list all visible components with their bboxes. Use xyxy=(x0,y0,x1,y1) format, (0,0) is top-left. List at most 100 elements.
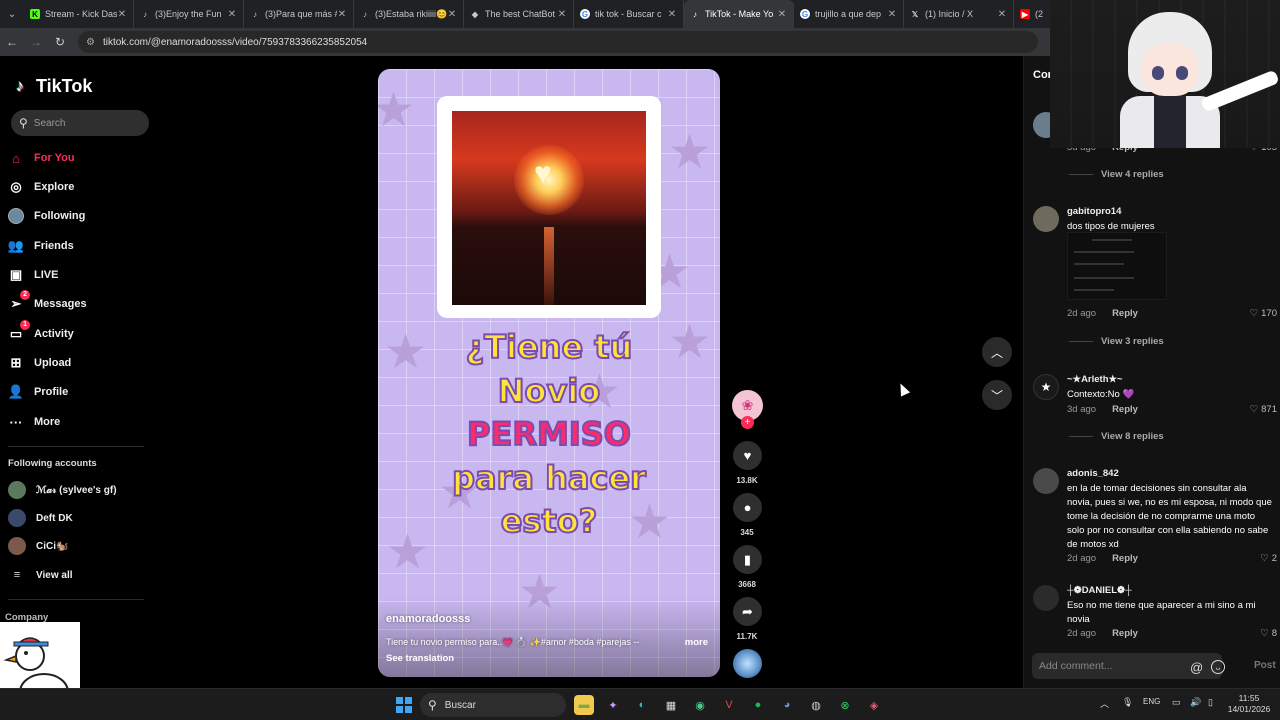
search-input[interactable]: ⚲ Search xyxy=(11,110,149,136)
nav-activity[interactable]: ▭ 1 Activity xyxy=(8,320,148,346)
avatar[interactable] xyxy=(1033,585,1059,611)
chrome-icon[interactable]: ◉ xyxy=(690,695,710,715)
browser-tab[interactable]: ◆ The best ChatBot ✕ xyxy=(464,0,574,28)
share-button[interactable]: ➦ xyxy=(733,597,762,626)
close-tab-icon[interactable]: ✕ xyxy=(777,9,787,20)
edge-icon[interactable]: ◐ xyxy=(632,695,652,715)
following-account[interactable]: ℳ𝒶𝓇 (sylvee's gf) xyxy=(8,480,117,500)
discord-icon[interactable]: ◕ xyxy=(777,695,797,715)
video-player[interactable]: ★ ★ ★ ★ ★ ★ ★ ★ ★ ★ ♥ ¿Tiene tú Novio PE… xyxy=(378,69,720,677)
app-icon[interactable]: ◈ xyxy=(864,695,884,715)
thumb-line xyxy=(1074,251,1134,253)
tiktok-logo[interactable]: ♪ TikTok xyxy=(16,76,92,97)
comment-like-button[interactable]: ♡ 170 xyxy=(1250,308,1277,319)
nav-profile[interactable]: 👤 Profile xyxy=(8,380,148,404)
close-tab-icon[interactable]: ✕ xyxy=(227,9,237,20)
language-indicator[interactable]: ENG xyxy=(1143,697,1160,706)
emoji-icon[interactable]: ᴗ xyxy=(1211,660,1225,674)
comment-username[interactable]: ┼❁DANIEL❁┼ xyxy=(1067,585,1132,596)
comment-username[interactable]: adonis_842 xyxy=(1067,468,1119,479)
network-icon[interactable]: ▭ xyxy=(1172,697,1181,708)
valorant-icon[interactable]: V xyxy=(719,695,739,715)
browser-tab[interactable]: G trujillo a que dep ✕ xyxy=(794,0,904,28)
close-tab-icon[interactable]: ✕ xyxy=(667,9,677,20)
xbox-icon[interactable]: ⊗ xyxy=(835,695,855,715)
close-tab-icon[interactable]: ✕ xyxy=(447,9,457,20)
avatar[interactable] xyxy=(1033,206,1059,232)
view-replies-button[interactable]: View 3 replies xyxy=(1069,336,1164,347)
follow-button[interactable]: + xyxy=(741,416,754,429)
store-icon[interactable]: ▦ xyxy=(661,695,681,715)
post-button[interactable]: Post xyxy=(1254,660,1276,671)
video-author[interactable]: enamoradoosss xyxy=(386,613,470,625)
save-button[interactable]: ▮ xyxy=(733,545,762,574)
reply-button[interactable]: Reply xyxy=(1112,404,1138,415)
video-caption-line: Novio xyxy=(497,372,602,410)
browser-tab[interactable]: K Stream - Kick Das ✕ xyxy=(24,0,134,28)
browser-tab[interactable]: G tik tok - Buscar c ✕ xyxy=(574,0,684,28)
nav-following[interactable]: Following xyxy=(8,204,148,228)
file-explorer-icon[interactable]: ▬ xyxy=(574,695,594,715)
browser-tab[interactable]: 𝕏 (1) Inicio / X ✕ xyxy=(904,0,1014,28)
nav-friends[interactable]: 👥 Friends xyxy=(8,234,148,258)
nav-more[interactable]: ··· More xyxy=(8,410,148,434)
view-all-link[interactable]: ≡ View all xyxy=(8,565,73,585)
comment-image[interactable] xyxy=(1067,232,1167,300)
following-account[interactable]: Deft DK xyxy=(8,508,73,528)
reload-icon[interactable]: ↻ xyxy=(48,35,72,49)
nav-live[interactable]: ▣ LIVE xyxy=(8,263,148,287)
browser-tab[interactable]: ♪ (3)Estaba rikiiiii😊 ✕ xyxy=(354,0,464,28)
nav-for-you[interactable]: ⌂ For You xyxy=(8,146,148,170)
see-translation-link[interactable]: See translation xyxy=(386,653,454,664)
nav-explore[interactable]: ◎ Explore xyxy=(8,175,148,199)
close-tab-icon[interactable]: ✕ xyxy=(117,9,127,20)
reply-button[interactable]: Reply xyxy=(1112,308,1138,319)
comment-date: 2d ago xyxy=(1067,553,1097,564)
comment-button[interactable]: ● xyxy=(733,493,762,522)
forward-icon[interactable]: → xyxy=(24,35,48,49)
close-tab-icon[interactable]: ✕ xyxy=(557,9,567,20)
next-video-button[interactable]: ﹀ xyxy=(982,380,1012,410)
nav-upload[interactable]: ⊞ Upload xyxy=(8,351,148,375)
steam-icon[interactable]: ◍ xyxy=(806,695,826,715)
comment-like-button[interactable]: ♡ 8 xyxy=(1260,628,1277,639)
avatar[interactable] xyxy=(1033,468,1059,494)
close-tab-icon[interactable]: ✕ xyxy=(997,9,1007,20)
browser-tab-active[interactable]: ♪ TikTok - Make Yo ✕ xyxy=(684,0,794,28)
mention-icon[interactable]: @ xyxy=(1190,660,1203,675)
comment-like-button[interactable]: ♡ 2 xyxy=(1260,553,1277,564)
spotify-icon[interactable]: ● xyxy=(748,695,768,715)
view-replies-button[interactable]: View 8 replies xyxy=(1069,431,1164,442)
comment-username[interactable]: gabitopro14 xyxy=(1067,206,1121,217)
comment-username[interactable]: ~★Arleth★~ xyxy=(1067,374,1123,385)
view-replies-button[interactable]: View 4 replies xyxy=(1069,169,1164,180)
more-button[interactable]: more xyxy=(685,637,708,648)
avatar xyxy=(8,537,26,555)
comment-like-button[interactable]: ♡ 871 xyxy=(1250,404,1277,415)
copilot-icon[interactable]: ✦ xyxy=(603,695,623,715)
close-tab-icon[interactable]: ✕ xyxy=(337,9,347,20)
microphone-icon[interactable]: 🎙 xyxy=(1122,697,1133,708)
nav-label: Profile xyxy=(34,386,69,398)
reply-button[interactable]: Reply xyxy=(1112,553,1138,564)
site-info-icon[interactable]: ⚙ xyxy=(86,37,95,48)
following-account[interactable]: CiCi🐿️ xyxy=(8,536,68,556)
like-button[interactable]: ♥ xyxy=(733,441,762,470)
close-tab-icon[interactable]: ✕ xyxy=(887,9,897,20)
back-icon[interactable]: ← xyxy=(0,35,24,49)
address-bar[interactable]: ⚙ tiktok.com/@enamoradoosss/video/759378… xyxy=(78,31,1038,53)
previous-video-button[interactable]: ︿ xyxy=(982,337,1012,367)
nav-messages[interactable]: ➢ 2 Messages xyxy=(8,290,148,316)
reply-button[interactable]: Reply xyxy=(1112,628,1138,639)
taskbar-search[interactable]: ⚲ Buscar xyxy=(420,693,566,717)
tab-search-menu[interactable]: ⌄ xyxy=(0,0,24,28)
windows-start-icon[interactable] xyxy=(396,697,412,713)
battery-icon[interactable]: ▯ xyxy=(1208,697,1213,708)
tray-chevron-icon[interactable]: ︿ xyxy=(1100,697,1109,710)
clock[interactable]: 11:55 14/01/2026 xyxy=(1224,693,1274,715)
avatar[interactable]: ★ xyxy=(1033,374,1059,400)
music-disc-icon[interactable] xyxy=(733,649,762,678)
browser-tab[interactable]: ♪ (3)Para que más # ✕ xyxy=(244,0,354,28)
volume-icon[interactable]: 🔊 xyxy=(1190,697,1201,708)
browser-tab[interactable]: ♪ (3)Enjoy the Fun ✕ xyxy=(134,0,244,28)
